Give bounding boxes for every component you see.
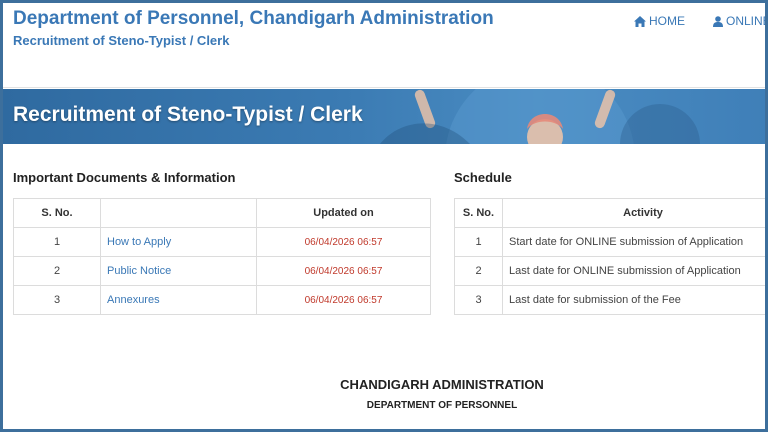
- column-header-updated: Updated on: [256, 198, 431, 228]
- table-header-row: S. No. Updated on: [13, 198, 431, 228]
- table-row: 2 Public Notice 06/04/2026 06:57: [13, 256, 431, 286]
- column-header-activity: Activity: [502, 198, 768, 228]
- nav-home-link[interactable]: HOME: [634, 14, 685, 28]
- table-row: 3 Last date for submission of the Fee: [454, 285, 768, 315]
- table-row: 1 Start date for ONLINE submission of Ap…: [454, 227, 768, 257]
- document-link-public-notice[interactable]: Public Notice: [107, 265, 171, 277]
- row-sno: 3: [13, 285, 101, 315]
- banner-title: Recruitment of Steno-Typist / Clerk: [13, 103, 363, 126]
- row-sno: 3: [454, 285, 503, 315]
- table-row: 2 Last date for ONLINE submission of App…: [454, 256, 768, 286]
- table-header-row: S. No. Activity: [454, 198, 768, 228]
- column-header-sno: S. No.: [454, 198, 503, 228]
- row-sno: 2: [13, 256, 101, 286]
- nav-online-label: ONLINE R: [726, 14, 768, 28]
- nav-home-label: HOME: [649, 14, 685, 28]
- site-subtitle: Recruitment of Steno-Typist / Clerk: [13, 33, 230, 48]
- row-activity: Last date for submission of the Fee: [502, 285, 768, 315]
- row-sno: 2: [454, 256, 503, 286]
- schedule-table: S. No. Activity 1 Start date for ONLINE …: [454, 198, 768, 315]
- table-row: 1 How to Apply 06/04/2026 06:57: [13, 227, 431, 257]
- row-activity: Start date for ONLINE submission of Appl…: [502, 227, 768, 257]
- row-sno: 1: [13, 227, 101, 257]
- site-header: Department of Personnel, Chandigarh Admi…: [0, 0, 768, 88]
- home-icon: [634, 15, 646, 27]
- column-header-sno: S. No.: [13, 198, 101, 228]
- row-updated: 06/04/2026 06:57: [256, 285, 431, 315]
- nav-online-registration-link[interactable]: ONLINE R: [713, 14, 768, 28]
- column-header-document: [100, 198, 257, 228]
- footer-title: CHANDIGARH ADMINISTRATION: [340, 377, 544, 392]
- documents-heading: Important Documents & Information: [13, 170, 236, 185]
- schedule-heading: Schedule: [454, 170, 512, 185]
- row-sno: 1: [454, 227, 503, 257]
- user-icon: [713, 15, 723, 27]
- top-nav: HOME ONLINE R: [634, 14, 768, 28]
- footer-subtitle: DEPARTMENT OF PERSONNEL: [366, 400, 518, 411]
- table-row: 3 Annexures 06/04/2026 06:57: [13, 285, 431, 315]
- row-updated: 06/04/2026 06:57: [256, 256, 431, 286]
- document-link-annexures[interactable]: Annexures: [107, 294, 160, 306]
- document-link-how-to-apply[interactable]: How to Apply: [107, 236, 171, 248]
- site-title[interactable]: Department of Personnel, Chandigarh Admi…: [13, 8, 494, 30]
- documents-table: S. No. Updated on 1 How to Apply 06/04/2…: [13, 198, 431, 315]
- row-updated: 06/04/2026 06:57: [256, 227, 431, 257]
- row-activity: Last date for ONLINE submission of Appli…: [502, 256, 768, 286]
- page-banner: Recruitment of Steno-Typist / Clerk: [0, 89, 768, 144]
